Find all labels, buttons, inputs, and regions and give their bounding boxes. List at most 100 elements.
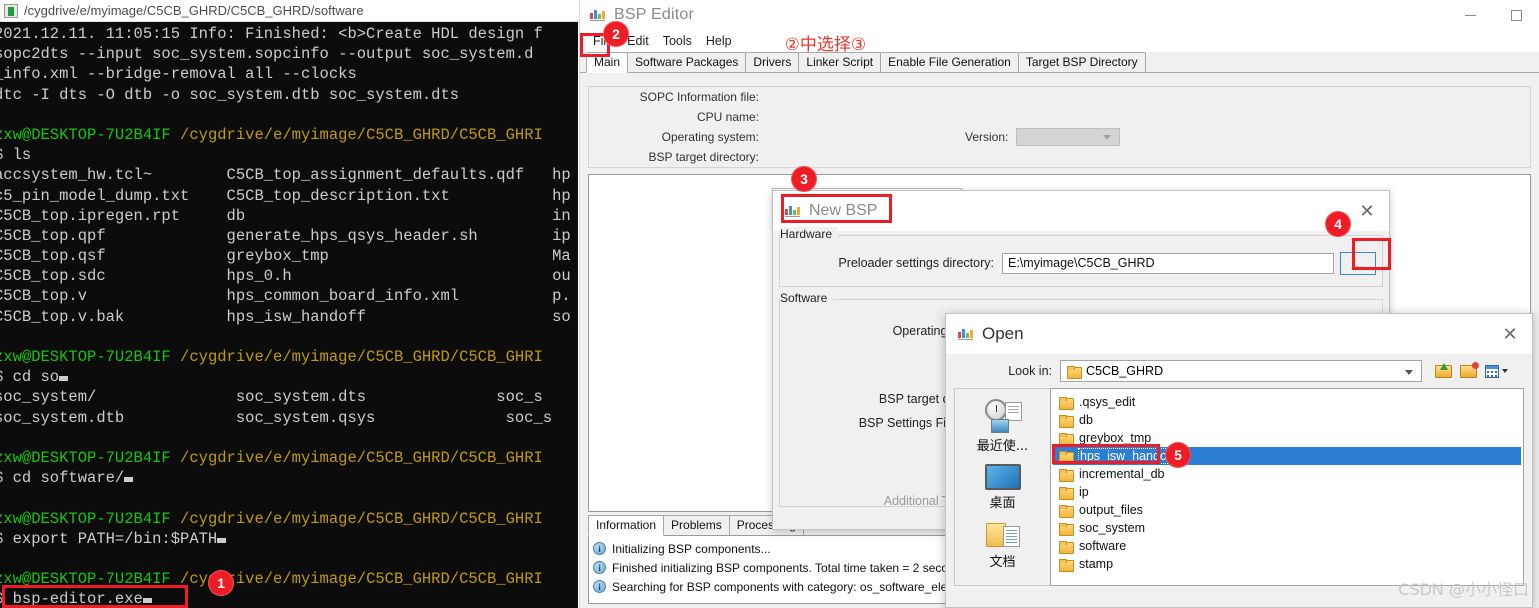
- tab-information[interactable]: Information: [588, 515, 665, 536]
- terminal-cursor: [142, 598, 152, 604]
- look-in-value: C5CB_GHRD: [1086, 364, 1164, 378]
- terminal-line: C5CB_top.qsf greybox_tmp Ma: [0, 247, 571, 266]
- field-sopc-information-file: SOPC Information file:: [589, 87, 1530, 107]
- tab-problems[interactable]: Problems: [663, 515, 730, 535]
- terminal-line: zxw@DESKTOP-7U2B4IF /cygdrive/e/myimage/…: [0, 570, 543, 589]
- hardware-group-label: Hardware: [780, 227, 839, 241]
- file-row[interactable]: incremental_db: [1053, 465, 1521, 483]
- step-badge-4: 4: [1325, 211, 1351, 237]
- folder-icon: [1059, 432, 1074, 446]
- place-desktop[interactable]: 桌面: [957, 464, 1049, 511]
- open-dialog-file-list[interactable]: .qsys_editdb greybox_tmp hps_isw_handoff in…: [1050, 388, 1524, 586]
- file-row-selected[interactable]: hps_isw_handoff: [1053, 447, 1521, 465]
- bsp-editor-tabs[interactable]: Main Software Packages Drivers Linker Sc…: [580, 52, 1539, 73]
- terminal-line: soc_system.dtb soc_system.qsys soc_s: [0, 408, 553, 427]
- folder-icon: [1059, 486, 1074, 500]
- file-name: ip: [1079, 485, 1089, 499]
- terminal-line: zxw@DESKTOP-7U2B4IF /cygdrive/e/myimage/…: [0, 448, 543, 467]
- file-row[interactable]: greybox_tmp: [1053, 429, 1521, 447]
- place-recent-items[interactable]: 最近使...: [957, 399, 1049, 454]
- info-icon: i: [593, 580, 606, 593]
- file-name: stamp: [1079, 557, 1114, 571]
- file-row[interactable]: .qsys_edit: [1053, 393, 1521, 411]
- open-file-dialog[interactable]: Open ✕ Look in: C5CB_GHRD 最近使... 桌面 文档 .…: [945, 313, 1533, 608]
- view-menu-icon[interactable]: [1484, 362, 1508, 380]
- terminal-output[interactable]: 2021.12.11. 11:05:15 Info: Finished: <b>…: [0, 22, 578, 608]
- preloader-settings-directory-row: Preloader settings directory: E:\myimage…: [786, 251, 1376, 275]
- label-version: Version:: [965, 130, 1009, 144]
- terminal-cursor: [59, 376, 69, 382]
- csdn-watermark: CSDN @小小怪口: [1398, 580, 1529, 599]
- terminal-line: C5CB_top.sdc hps_0.h ou: [0, 267, 571, 286]
- field-operating-system: Operating system: Version:: [589, 127, 1530, 147]
- menu-tools[interactable]: Tools: [656, 32, 699, 50]
- tab-target-bsp-directory[interactable]: Target BSP Directory: [1017, 52, 1146, 72]
- open-dialog-title: Open: [982, 324, 1024, 343]
- terminal-line: $ bsp-editor.exe: [0, 589, 578, 608]
- menu-help[interactable]: Help: [699, 32, 739, 50]
- folder-icon: [1059, 396, 1074, 410]
- terminal-line: 2021.12.11. 11:05:15 Info: Finished: <b>…: [0, 25, 543, 43]
- file-row[interactable]: software: [1053, 537, 1521, 555]
- bsp-editor-titlebar: BSP Editor: [580, 0, 1539, 30]
- terminal-line: dtc -I dts -O dtb -o soc_system.dtb soc_…: [0, 85, 460, 104]
- version-dropdown[interactable]: [1016, 128, 1121, 146]
- open-dialog-toolbar[interactable]: [1434, 362, 1508, 380]
- terminal-line: c5_pin_model_dump.txt C5CB_top_descripti…: [0, 186, 571, 205]
- create-new-folder-icon[interactable]: [1459, 362, 1479, 380]
- label-operating-system: Operating system:: [661, 130, 759, 144]
- file-row[interactable]: stamp: [1053, 555, 1521, 573]
- new-bsp-dialog-title: New BSP: [809, 202, 878, 219]
- look-in-dropdown[interactable]: C5CB_GHRD: [1060, 360, 1422, 382]
- browse-button[interactable]: ...: [1340, 251, 1376, 275]
- tab-drivers[interactable]: Drivers: [745, 52, 800, 72]
- terminal-line: $ ls: [0, 146, 32, 165]
- step-badge-5: 5: [1165, 442, 1191, 468]
- place-label: 桌面: [989, 496, 1016, 511]
- file-row[interactable]: db: [1053, 411, 1521, 429]
- window-controls: [1447, 0, 1539, 30]
- minimize-icon[interactable]: [1447, 0, 1493, 30]
- tab-enable-file-generation[interactable]: Enable File Generation: [880, 52, 1019, 72]
- label-sopc-information-file: SOPC Information file:: [639, 90, 759, 104]
- file-name: .qsys_edit: [1079, 395, 1136, 409]
- tab-linker-script[interactable]: Linker Script: [798, 52, 882, 72]
- info-icon: i: [593, 542, 606, 555]
- open-dialog-places-sidebar[interactable]: 最近使... 桌面 文档: [954, 388, 1050, 586]
- open-dialog-body: 最近使... 桌面 文档 .qsys_editdb greybox_tmp hps_…: [946, 388, 1532, 586]
- file-name: soc_system: [1079, 521, 1145, 535]
- step-badge-2: 2: [603, 21, 629, 47]
- label-preloader-settings-directory: Preloader settings directory:: [838, 256, 994, 270]
- close-icon[interactable]: ✕: [1488, 314, 1532, 354]
- up-one-level-icon[interactable]: [1434, 362, 1454, 380]
- field-bsp-target-directory: BSP target directory:: [589, 147, 1530, 167]
- tab-software-packages[interactable]: Software Packages: [627, 52, 747, 72]
- place-documents[interactable]: 文档: [957, 521, 1049, 570]
- close-icon[interactable]: ✕: [1345, 191, 1389, 231]
- file-row[interactable]: soc_system: [1053, 519, 1521, 537]
- recent-items-icon: [984, 399, 1022, 433]
- maximize-icon[interactable]: [1493, 0, 1539, 30]
- info-message-text: Initializing BSP components...: [612, 541, 771, 556]
- terminal-line: $ cd software/: [0, 468, 578, 488]
- bsp-editor-icon: [590, 9, 605, 22]
- bsp-editor-icon: [958, 328, 973, 341]
- terminal-line: C5CB_top.qpf generate_hps_qsys_header.sh…: [0, 226, 571, 245]
- bsp-editor-menubar[interactable]: File Edit Tools Help ②中选择③: [580, 30, 1539, 55]
- cygwin-terminal-window[interactable]: /cygdrive/e/myimage/C5CB_GHRD/C5CB_GHRD/…: [0, 0, 578, 608]
- terminal-line: C5CB_top.ipregen.rpt db in: [0, 206, 571, 225]
- label-cpu-name: CPU name:: [696, 110, 759, 124]
- tab-main[interactable]: Main: [586, 52, 629, 73]
- terminal-line: accsystem_hw.tcl~ C5CB_top_assignment_de…: [0, 166, 571, 185]
- field-cpu-name: CPU name:: [589, 107, 1530, 127]
- folder-icon: [1059, 414, 1074, 428]
- file-row[interactable]: ip: [1053, 483, 1521, 501]
- file-row[interactable]: output_files: [1053, 501, 1521, 519]
- folder-icon: [1067, 365, 1082, 379]
- preloader-settings-directory-input[interactable]: E:\myimage\C5CB_GHRD: [1002, 252, 1334, 274]
- bsp-editor-title: BSP Editor: [614, 6, 694, 23]
